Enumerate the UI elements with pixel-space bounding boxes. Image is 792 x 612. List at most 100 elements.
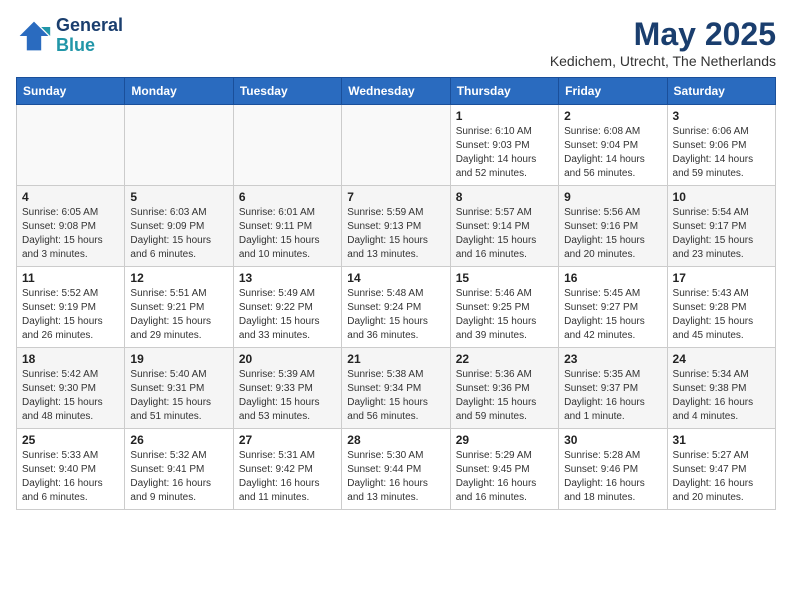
day-number: 9 (564, 190, 661, 204)
weekday-header: Friday (559, 78, 667, 105)
day-content: Sunrise: 5:46 AM Sunset: 9:25 PM Dayligh… (456, 287, 553, 343)
day-content: Sunrise: 5:57 AM Sunset: 9:14 PM Dayligh… (456, 206, 553, 262)
calendar-cell: 21 Sunrise: 5:38 AM Sunset: 9:34 PM Dayli… (342, 348, 450, 429)
day-number: 20 (239, 352, 336, 366)
day-content: Sunrise: 5:31 AM Sunset: 9:42 PM Dayligh… (239, 449, 336, 505)
calendar-cell: 9 Sunrise: 5:56 AM Sunset: 9:16 PM Daylig… (559, 186, 667, 267)
calendar-week-row: 1 Sunrise: 6:10 AM Sunset: 9:03 PM Daylig… (17, 105, 776, 186)
day-number: 2 (564, 109, 661, 123)
weekday-header: Thursday (450, 78, 558, 105)
day-number: 6 (239, 190, 336, 204)
day-number: 7 (347, 190, 444, 204)
day-number: 27 (239, 433, 336, 447)
calendar-cell: 31Sunrise: 5:27 AM Sunset: 9:47 PM Dayli… (667, 429, 775, 510)
day-content: Sunrise: 5:45 AM Sunset: 9:27 PM Dayligh… (564, 287, 661, 343)
page-header: General Blue May 2025 Kedichem, Utrecht,… (16, 16, 776, 69)
calendar-cell: 15 Sunrise: 5:46 AM Sunset: 9:25 PM Dayli… (450, 267, 558, 348)
day-number: 10 (673, 190, 770, 204)
day-content: Sunrise: 5:28 AM Sunset: 9:46 PM Dayligh… (564, 449, 661, 505)
day-number: 18 (22, 352, 119, 366)
calendar-cell: 22 Sunrise: 5:36 AM Sunset: 9:36 PM Dayli… (450, 348, 558, 429)
weekday-header: Wednesday (342, 78, 450, 105)
calendar-cell: 27 Sunrise: 5:31 AM Sunset: 9:42 PM Dayli… (233, 429, 341, 510)
day-number: 13 (239, 271, 336, 285)
day-content: Sunrise: 5:51 AM Sunset: 9:21 PM Dayligh… (130, 287, 227, 343)
day-content: Sunrise: 5:30 AM Sunset: 9:44 PM Dayligh… (347, 449, 444, 505)
logo-text: General Blue (56, 16, 123, 56)
day-content: Sunrise: 6:08 AM Sunset: 9:04 PM Dayligh… (564, 125, 661, 181)
weekday-header: Sunday (17, 78, 125, 105)
day-number: 21 (347, 352, 444, 366)
day-content: Sunrise: 5:42 AM Sunset: 9:30 PM Dayligh… (22, 368, 119, 424)
day-number: 5 (130, 190, 227, 204)
month-title: May 2025 (550, 16, 776, 53)
day-content: Sunrise: 6:10 AM Sunset: 9:03 PM Dayligh… (456, 125, 553, 181)
day-content: Sunrise: 5:29 AM Sunset: 9:45 PM Dayligh… (456, 449, 553, 505)
day-number: 8 (456, 190, 553, 204)
day-content: Sunrise: 6:01 AM Sunset: 9:11 PM Dayligh… (239, 206, 336, 262)
calendar-cell: 5 Sunrise: 6:03 AM Sunset: 9:09 PM Daylig… (125, 186, 233, 267)
day-number: 1 (456, 109, 553, 123)
calendar-cell: 6 Sunrise: 6:01 AM Sunset: 9:11 PM Daylig… (233, 186, 341, 267)
day-number: 15 (456, 271, 553, 285)
location: Kedichem, Utrecht, The Netherlands (550, 53, 776, 69)
calendar-week-row: 25 Sunrise: 5:33 AM Sunset: 9:40 PM Dayli… (17, 429, 776, 510)
calendar-cell: 11Sunrise: 5:52 AM Sunset: 9:19 PM Dayli… (17, 267, 125, 348)
day-number: 3 (673, 109, 770, 123)
calendar-week-row: 4Sunrise: 6:05 AM Sunset: 9:08 PM Daylig… (17, 186, 776, 267)
calendar-cell: 18 Sunrise: 5:42 AM Sunset: 9:30 PM Dayli… (17, 348, 125, 429)
day-number: 16 (564, 271, 661, 285)
day-number: 14 (347, 271, 444, 285)
calendar-cell (233, 105, 341, 186)
day-content: Sunrise: 5:40 AM Sunset: 9:31 PM Dayligh… (130, 368, 227, 424)
day-number: 30 (564, 433, 661, 447)
calendar-cell: 16 Sunrise: 5:45 AM Sunset: 9:27 PM Dayli… (559, 267, 667, 348)
calendar-cell: 19 Sunrise: 5:40 AM Sunset: 9:31 PM Dayli… (125, 348, 233, 429)
day-number: 25 (22, 433, 119, 447)
day-number: 17 (673, 271, 770, 285)
day-content: Sunrise: 5:35 AM Sunset: 9:37 PM Dayligh… (564, 368, 661, 424)
calendar-cell: 25 Sunrise: 5:33 AM Sunset: 9:40 PM Dayli… (17, 429, 125, 510)
day-content: Sunrise: 5:39 AM Sunset: 9:33 PM Dayligh… (239, 368, 336, 424)
calendar-cell: 13 Sunrise: 5:49 AM Sunset: 9:22 PM Dayli… (233, 267, 341, 348)
day-number: 19 (130, 352, 227, 366)
day-content: Sunrise: 5:54 AM Sunset: 9:17 PM Dayligh… (673, 206, 770, 262)
calendar-cell: 2 Sunrise: 6:08 AM Sunset: 9:04 PM Daylig… (559, 105, 667, 186)
calendar-cell: 30 Sunrise: 5:28 AM Sunset: 9:46 PM Dayli… (559, 429, 667, 510)
weekday-header: Tuesday (233, 78, 341, 105)
day-content: Sunrise: 5:38 AM Sunset: 9:34 PM Dayligh… (347, 368, 444, 424)
day-content: Sunrise: 5:56 AM Sunset: 9:16 PM Dayligh… (564, 206, 661, 262)
weekday-header: Monday (125, 78, 233, 105)
calendar-cell: 1 Sunrise: 6:10 AM Sunset: 9:03 PM Daylig… (450, 105, 558, 186)
day-content: Sunrise: 5:36 AM Sunset: 9:36 PM Dayligh… (456, 368, 553, 424)
logo: General Blue (16, 16, 123, 56)
calendar-cell: 3 Sunrise: 6:06 AM Sunset: 9:06 PM Daylig… (667, 105, 775, 186)
calendar-cell: 7 Sunrise: 5:59 AM Sunset: 9:13 PM Daylig… (342, 186, 450, 267)
day-content: Sunrise: 6:03 AM Sunset: 9:09 PM Dayligh… (130, 206, 227, 262)
calendar-cell: 24Sunrise: 5:34 AM Sunset: 9:38 PM Dayli… (667, 348, 775, 429)
calendar-week-row: 11Sunrise: 5:52 AM Sunset: 9:19 PM Dayli… (17, 267, 776, 348)
day-number: 22 (456, 352, 553, 366)
day-number: 12 (130, 271, 227, 285)
day-content: Sunrise: 5:32 AM Sunset: 9:41 PM Dayligh… (130, 449, 227, 505)
day-number: 31 (673, 433, 770, 447)
calendar-cell: 20 Sunrise: 5:39 AM Sunset: 9:33 PM Dayli… (233, 348, 341, 429)
calendar-cell (342, 105, 450, 186)
calendar-week-row: 18 Sunrise: 5:42 AM Sunset: 9:30 PM Dayli… (17, 348, 776, 429)
day-content: Sunrise: 5:33 AM Sunset: 9:40 PM Dayligh… (22, 449, 119, 505)
day-content: Sunrise: 5:59 AM Sunset: 9:13 PM Dayligh… (347, 206, 444, 262)
day-content: Sunrise: 6:06 AM Sunset: 9:06 PM Dayligh… (673, 125, 770, 181)
day-number: 28 (347, 433, 444, 447)
day-content: Sunrise: 5:52 AM Sunset: 9:19 PM Dayligh… (22, 287, 119, 343)
calendar-cell (125, 105, 233, 186)
weekday-header-row: SundayMondayTuesdayWednesdayThursdayFrid… (17, 78, 776, 105)
calendar-cell: 14Sunrise: 5:48 AM Sunset: 9:24 PM Dayli… (342, 267, 450, 348)
day-content: Sunrise: 5:49 AM Sunset: 9:22 PM Dayligh… (239, 287, 336, 343)
calendar-cell: 10 Sunrise: 5:54 AM Sunset: 9:17 PM Dayli… (667, 186, 775, 267)
calendar-cell: 28 Sunrise: 5:30 AM Sunset: 9:44 PM Dayli… (342, 429, 450, 510)
day-number: 24 (673, 352, 770, 366)
calendar-table: SundayMondayTuesdayWednesdayThursdayFrid… (16, 77, 776, 510)
calendar-cell: 17Sunrise: 5:43 AM Sunset: 9:28 PM Dayli… (667, 267, 775, 348)
day-content: Sunrise: 6:05 AM Sunset: 9:08 PM Dayligh… (22, 206, 119, 262)
calendar-cell: 23Sunrise: 5:35 AM Sunset: 9:37 PM Dayli… (559, 348, 667, 429)
